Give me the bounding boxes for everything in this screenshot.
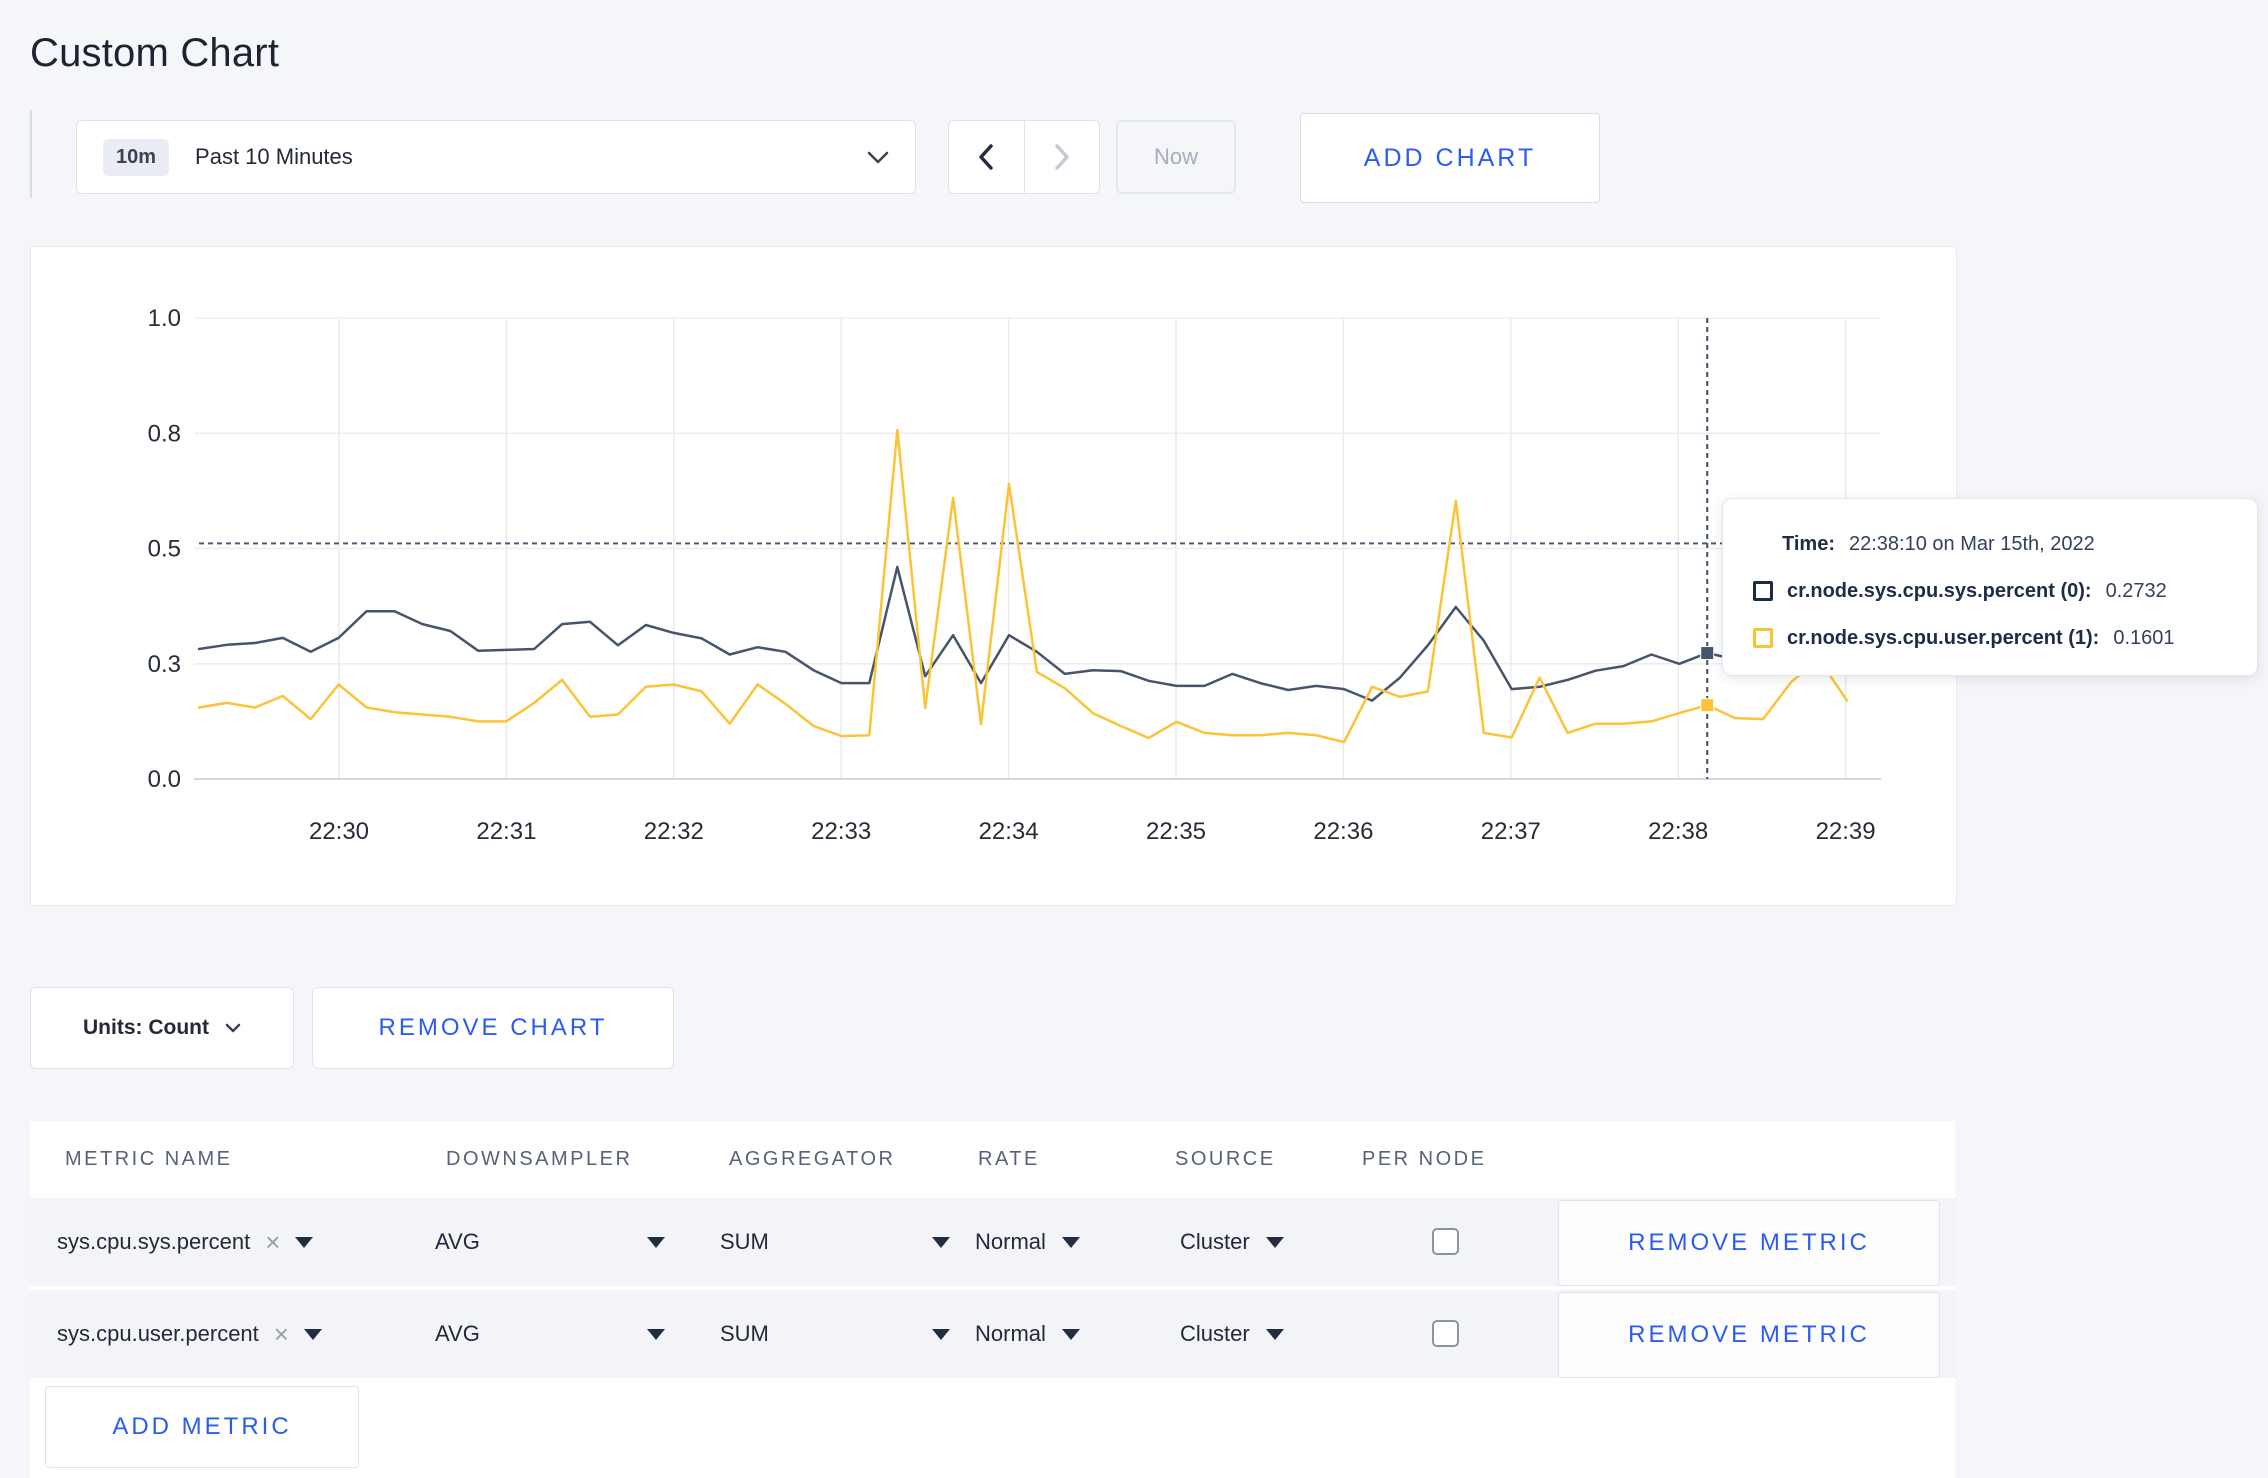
svg-text:22:37: 22:37 <box>1481 818 1541 845</box>
col-per-node: PER NODE <box>1362 1148 1487 1170</box>
tooltip-series-label: cr.node.sys.cpu.sys.percent (0): <box>1787 579 2092 602</box>
svg-text:0.0: 0.0 <box>148 766 181 793</box>
metric-name-value: sys.cpu.user.percent <box>57 1321 259 1346</box>
tooltip-series-value: 0.2732 <box>2105 579 2167 602</box>
caret-down-icon <box>932 1236 950 1248</box>
chevron-down-icon <box>867 151 889 163</box>
remove-metric-button[interactable]: REMOVE METRIC <box>1558 1292 1940 1378</box>
rate-value: Normal <box>975 1321 1046 1346</box>
svg-text:22:38: 22:38 <box>1648 818 1708 845</box>
svg-text:22:36: 22:36 <box>1313 818 1373 845</box>
col-rate: RATE <box>978 1148 1040 1170</box>
aggregator-select[interactable]: SUM <box>720 1290 950 1378</box>
caret-down-icon <box>1061 1236 1080 1248</box>
tooltip-time-label: Time: <box>1782 532 1835 555</box>
tooltip-series-label: cr.node.sys.cpu.user.percent (1): <box>1787 626 2100 649</box>
time-window-label: Past 10 Minutes <box>195 144 353 169</box>
caret-down-icon <box>647 1328 665 1340</box>
downsampler-value: AVG <box>435 1229 480 1254</box>
chevron-down-icon <box>225 1023 241 1033</box>
aggregator-value: SUM <box>720 1229 769 1254</box>
next-time-button[interactable] <box>1025 121 1100 193</box>
time-window-badge: 10m <box>103 138 170 176</box>
prev-time-button[interactable] <box>949 121 1025 193</box>
svg-text:22:33: 22:33 <box>811 818 871 845</box>
per-node-checkbox[interactable] <box>1432 1320 1459 1347</box>
svg-text:1.0: 1.0 <box>148 305 181 332</box>
col-source: SOURCE <box>1175 1148 1276 1170</box>
caret-down-icon <box>1061 1328 1080 1340</box>
remove-metric-button[interactable]: REMOVE METRIC <box>1558 1200 1940 1286</box>
toolbar-divider <box>30 110 32 198</box>
table-row: sys.cpu.user.percent × AVG SUM Normal Cl… <box>30 1290 1955 1378</box>
metrics-table: METRIC NAME DOWNSAMPLER AGGREGATOR RATE … <box>30 1121 1955 1478</box>
tooltip-series-value: 0.1601 <box>2113 626 2175 649</box>
now-button[interactable]: Now <box>1116 120 1236 194</box>
aggregator-value: SUM <box>720 1321 769 1346</box>
svg-text:0.8: 0.8 <box>148 420 181 447</box>
time-window-select[interactable]: 10m Past 10 Minutes <box>76 120 916 194</box>
caret-down-icon <box>932 1328 950 1340</box>
caret-down-icon <box>295 1236 314 1248</box>
tooltip-time-value: 22:38:10 on Mar 15th, 2022 <box>1848 532 2095 555</box>
chart-svg: 22:30 22:31 22:32 22:33 22:34 22:35 22:36 22:37… <box>148 305 1881 845</box>
custom-chart-page: Custom Chart 10m Past 10 Minutes Now ADD… <box>0 0 2268 1478</box>
source-select[interactable]: Cluster <box>1180 1198 1284 1286</box>
caret-down-icon <box>1265 1236 1284 1248</box>
svg-text:22:34: 22:34 <box>979 818 1039 845</box>
caret-down-icon <box>1265 1328 1284 1340</box>
clear-metric-icon[interactable]: × <box>265 1229 280 1255</box>
add-chart-button[interactable]: ADD CHART <box>1300 113 1600 203</box>
svg-text:22:39: 22:39 <box>1816 818 1876 845</box>
caret-down-icon <box>303 1328 322 1340</box>
page-title: Custom Chart <box>30 30 280 75</box>
chevron-left-icon <box>979 144 993 170</box>
metric-name-select[interactable]: sys.cpu.user.percent × <box>57 1290 322 1378</box>
per-node-checkbox[interactable] <box>1432 1228 1459 1255</box>
add-metric-button[interactable]: ADD METRIC <box>45 1386 359 1468</box>
downsampler-select[interactable]: AVG <box>435 1198 665 1286</box>
units-label: Units: Count <box>83 1016 209 1039</box>
downsampler-select[interactable]: AVG <box>435 1290 665 1378</box>
chart-card[interactable]: 22:30 22:31 22:32 22:33 22:34 22:35 22:36 22:37… <box>30 246 1957 906</box>
svg-text:22:32: 22:32 <box>644 818 704 845</box>
remove-chart-button[interactable]: REMOVE CHART <box>312 987 674 1069</box>
tooltip-series-swatch <box>1753 628 1773 648</box>
tooltip-series-swatch <box>1753 581 1773 601</box>
rate-select[interactable]: Normal <box>975 1198 1080 1286</box>
col-metric-name: METRIC NAME <box>65 1148 233 1170</box>
metrics-table-header: METRIC NAME DOWNSAMPLER AGGREGATOR RATE … <box>30 1121 1955 1198</box>
col-downsampler: DOWNSAMPLER <box>446 1148 633 1170</box>
rate-value: Normal <box>975 1229 1046 1254</box>
svg-text:22:30: 22:30 <box>309 818 369 845</box>
svg-text:0.5: 0.5 <box>148 536 181 563</box>
rate-select[interactable]: Normal <box>975 1290 1080 1378</box>
table-row: sys.cpu.sys.percent × AVG SUM Normal Clu… <box>30 1198 1955 1286</box>
col-aggregator: AGGREGATOR <box>729 1148 896 1170</box>
source-value: Cluster <box>1180 1229 1250 1254</box>
chart-tooltip: Time: 22:38:10 on Mar 15th, 2022 cr.node… <box>1722 498 2258 676</box>
metric-name-value: sys.cpu.sys.percent <box>57 1229 251 1254</box>
chevron-right-icon <box>1055 144 1069 170</box>
downsampler-value: AVG <box>435 1321 480 1346</box>
aggregator-select[interactable]: SUM <box>720 1198 950 1286</box>
clear-metric-icon[interactable]: × <box>274 1321 289 1347</box>
metric-name-select[interactable]: sys.cpu.sys.percent × <box>57 1198 314 1286</box>
svg-text:22:35: 22:35 <box>1146 818 1206 845</box>
source-value: Cluster <box>1180 1321 1250 1346</box>
source-select[interactable]: Cluster <box>1180 1290 1284 1378</box>
units-select[interactable]: Units: Count <box>30 987 294 1069</box>
caret-down-icon <box>647 1236 665 1248</box>
svg-text:22:31: 22:31 <box>476 818 536 845</box>
time-pager <box>948 120 1100 194</box>
svg-text:0.3: 0.3 <box>148 651 181 678</box>
